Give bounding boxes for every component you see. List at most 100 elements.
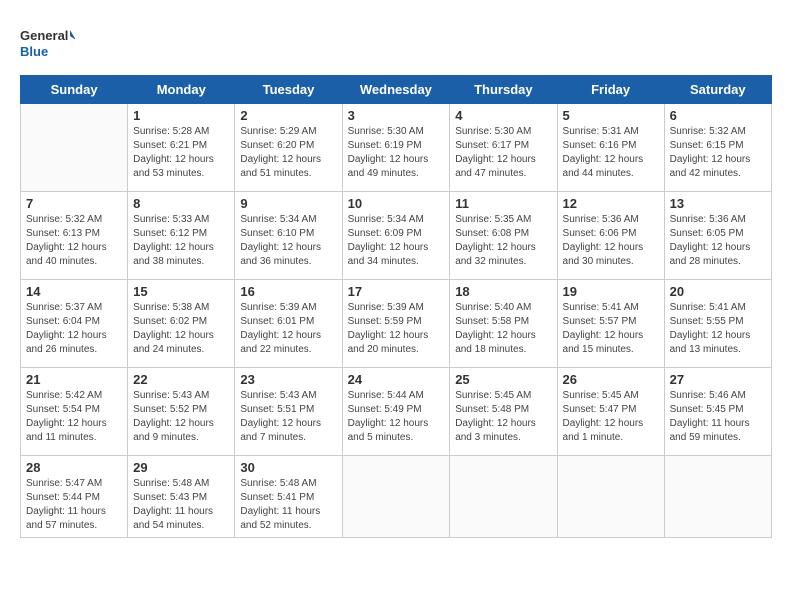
day-number: 15	[133, 284, 229, 299]
week-row-5: 28Sunrise: 5:47 AMSunset: 5:44 PMDayligh…	[21, 456, 772, 538]
day-info: Sunrise: 5:48 AMSunset: 5:43 PMDaylight:…	[133, 477, 229, 533]
calendar-cell: 19Sunrise: 5:41 AMSunset: 5:57 PMDayligh…	[557, 280, 664, 368]
calendar-table: SundayMondayTuesdayWednesdayThursdayFrid…	[20, 75, 772, 538]
calendar-cell: 8 Sunrise: 5:33 AMSunset: 6:12 PMDaylight…	[128, 192, 235, 280]
calendar-cell: 21Sunrise: 5:42 AMSunset: 5:54 PMDayligh…	[21, 368, 128, 456]
calendar-cell	[450, 456, 557, 538]
day-number: 9	[240, 196, 336, 211]
day-number: 10	[348, 196, 445, 211]
day-info: Sunrise: 5:45 AMSunset: 5:47 PMDaylight:…	[563, 389, 659, 445]
calendar-cell: 9 Sunrise: 5:34 AMSunset: 6:10 PMDaylight…	[235, 192, 342, 280]
calendar-cell	[342, 456, 450, 538]
calendar-cell: 17 Sunrise: 5:39 AMSunset: 5:59 PMDayligh…	[342, 280, 450, 368]
calendar-cell: 30 Sunrise: 5:48 AMSunset: 5:41 PMDayligh…	[235, 456, 342, 538]
weekday-header-wednesday: Wednesday	[342, 76, 450, 104]
weekday-header-friday: Friday	[557, 76, 664, 104]
calendar-cell: 7 Sunrise: 5:32 AMSunset: 6:13 PMDaylight…	[21, 192, 128, 280]
day-number: 5	[563, 108, 659, 123]
week-row-2: 7 Sunrise: 5:32 AMSunset: 6:13 PMDaylight…	[21, 192, 772, 280]
day-info: Sunrise: 5:28 AMSunset: 6:21 PMDaylight:…	[133, 125, 229, 181]
day-info: Sunrise: 5:37 AMSunset: 6:04 PMDaylight:…	[26, 301, 122, 357]
calendar-header-row: SundayMondayTuesdayWednesdayThursdayFrid…	[21, 76, 772, 104]
svg-text:General: General	[20, 28, 68, 43]
calendar-cell: 10Sunrise: 5:34 AMSunset: 6:09 PMDayligh…	[342, 192, 450, 280]
day-number: 14	[26, 284, 122, 299]
day-info: Sunrise: 5:39 AMSunset: 6:01 PMDaylight:…	[240, 301, 336, 357]
day-number: 27	[670, 372, 766, 387]
day-info: Sunrise: 5:31 AMSunset: 6:16 PMDaylight:…	[563, 125, 659, 181]
day-info: Sunrise: 5:36 AMSunset: 6:05 PMDaylight:…	[670, 213, 766, 269]
calendar-cell: 23 Sunrise: 5:43 AMSunset: 5:51 PMDayligh…	[235, 368, 342, 456]
day-info: Sunrise: 5:30 AMSunset: 6:17 PMDaylight:…	[455, 125, 551, 181]
day-info: Sunrise: 5:43 AMSunset: 5:52 PMDaylight:…	[133, 389, 229, 445]
header: General Blue	[20, 20, 772, 65]
page-container: General Blue SundayMondayTuesdayWednesda…	[20, 20, 772, 538]
calendar-cell: 25 Sunrise: 5:45 AMSunset: 5:48 PMDayligh…	[450, 368, 557, 456]
day-number: 23	[240, 372, 336, 387]
day-number: 7	[26, 196, 122, 211]
calendar-cell: 5 Sunrise: 5:31 AMSunset: 6:16 PMDaylight…	[557, 104, 664, 192]
day-number: 25	[455, 372, 551, 387]
calendar-cell: 4 Sunrise: 5:30 AMSunset: 6:17 PMDaylight…	[450, 104, 557, 192]
svg-text:Blue: Blue	[20, 44, 48, 59]
calendar-cell: 15Sunrise: 5:38 AMSunset: 6:02 PMDayligh…	[128, 280, 235, 368]
calendar-cell: 14 Sunrise: 5:37 AMSunset: 6:04 PMDayligh…	[21, 280, 128, 368]
day-number: 30	[240, 460, 336, 475]
day-info: Sunrise: 5:45 AMSunset: 5:48 PMDaylight:…	[455, 389, 551, 445]
day-info: Sunrise: 5:48 AMSunset: 5:41 PMDaylight:…	[240, 477, 336, 533]
day-info: Sunrise: 5:39 AMSunset: 5:59 PMDaylight:…	[348, 301, 445, 357]
day-info: Sunrise: 5:41 AMSunset: 5:57 PMDaylight:…	[563, 301, 659, 357]
day-info: Sunrise: 5:43 AMSunset: 5:51 PMDaylight:…	[240, 389, 336, 445]
day-info: Sunrise: 5:41 AMSunset: 5:55 PMDaylight:…	[670, 301, 766, 357]
day-number: 21	[26, 372, 122, 387]
calendar-cell: 1Sunrise: 5:28 AMSunset: 6:21 PMDaylight…	[128, 104, 235, 192]
day-number: 13	[670, 196, 766, 211]
calendar-cell	[664, 456, 771, 538]
calendar-cell: 2 Sunrise: 5:29 AMSunset: 6:20 PMDaylight…	[235, 104, 342, 192]
calendar-cell: 18Sunrise: 5:40 AMSunset: 5:58 PMDayligh…	[450, 280, 557, 368]
calendar-cell: 12 Sunrise: 5:36 AMSunset: 6:06 PMDayligh…	[557, 192, 664, 280]
day-info: Sunrise: 5:33 AMSunset: 6:12 PMDaylight:…	[133, 213, 229, 269]
calendar-cell: 24Sunrise: 5:44 AMSunset: 5:49 PMDayligh…	[342, 368, 450, 456]
day-number: 18	[455, 284, 551, 299]
day-number: 11	[455, 196, 551, 211]
day-info: Sunrise: 5:46 AMSunset: 5:45 PMDaylight:…	[670, 389, 766, 445]
day-info: Sunrise: 5:30 AMSunset: 6:19 PMDaylight:…	[348, 125, 445, 181]
calendar-cell: 20 Sunrise: 5:41 AMSunset: 5:55 PMDayligh…	[664, 280, 771, 368]
week-row-4: 21Sunrise: 5:42 AMSunset: 5:54 PMDayligh…	[21, 368, 772, 456]
day-number: 29	[133, 460, 229, 475]
day-number: 17	[348, 284, 445, 299]
day-number: 8	[133, 196, 229, 211]
day-number: 24	[348, 372, 445, 387]
calendar-cell: 11Sunrise: 5:35 AMSunset: 6:08 PMDayligh…	[450, 192, 557, 280]
day-number: 3	[348, 108, 445, 123]
day-number: 28	[26, 460, 122, 475]
calendar-cell: 16 Sunrise: 5:39 AMSunset: 6:01 PMDayligh…	[235, 280, 342, 368]
day-number: 4	[455, 108, 551, 123]
day-number: 20	[670, 284, 766, 299]
logo: General Blue	[20, 20, 75, 65]
day-number: 22	[133, 372, 229, 387]
day-info: Sunrise: 5:36 AMSunset: 6:06 PMDaylight:…	[563, 213, 659, 269]
calendar-cell: 13 Sunrise: 5:36 AMSunset: 6:05 PMDayligh…	[664, 192, 771, 280]
weekday-header-tuesday: Tuesday	[235, 76, 342, 104]
weekday-header-sunday: Sunday	[21, 76, 128, 104]
calendar-cell: 6Sunrise: 5:32 AMSunset: 6:15 PMDaylight…	[664, 104, 771, 192]
day-info: Sunrise: 5:32 AMSunset: 6:15 PMDaylight:…	[670, 125, 766, 181]
calendar-cell: 3 Sunrise: 5:30 AMSunset: 6:19 PMDaylight…	[342, 104, 450, 192]
day-info: Sunrise: 5:32 AMSunset: 6:13 PMDaylight:…	[26, 213, 122, 269]
calendar-cell: 28Sunrise: 5:47 AMSunset: 5:44 PMDayligh…	[21, 456, 128, 538]
calendar-cell: 27 Sunrise: 5:46 AMSunset: 5:45 PMDayligh…	[664, 368, 771, 456]
day-info: Sunrise: 5:34 AMSunset: 6:10 PMDaylight:…	[240, 213, 336, 269]
day-number: 26	[563, 372, 659, 387]
day-info: Sunrise: 5:29 AMSunset: 6:20 PMDaylight:…	[240, 125, 336, 181]
day-number: 2	[240, 108, 336, 123]
calendar-body: 1Sunrise: 5:28 AMSunset: 6:21 PMDaylight…	[21, 104, 772, 538]
calendar-cell	[21, 104, 128, 192]
day-number: 12	[563, 196, 659, 211]
weekday-header-saturday: Saturday	[664, 76, 771, 104]
weekday-header-monday: Monday	[128, 76, 235, 104]
day-number: 16	[240, 284, 336, 299]
calendar-cell: 22 Sunrise: 5:43 AMSunset: 5:52 PMDayligh…	[128, 368, 235, 456]
calendar-cell: 26 Sunrise: 5:45 AMSunset: 5:47 PMDayligh…	[557, 368, 664, 456]
